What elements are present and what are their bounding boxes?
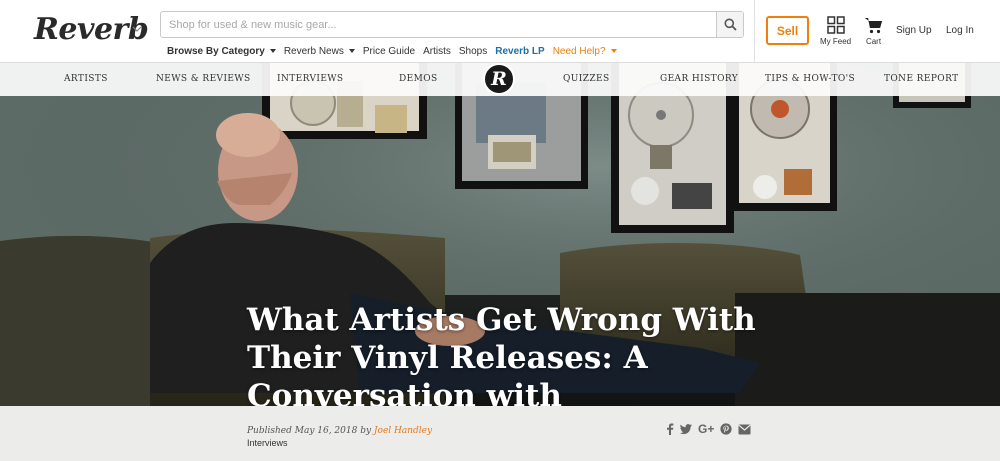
shops-link[interactable]: Shops: [459, 46, 487, 57]
reverb-r-logo[interactable]: R: [483, 63, 515, 95]
header-divider: [754, 0, 755, 62]
share-icons: G+: [666, 422, 757, 436]
article-category[interactable]: Interviews: [247, 438, 288, 448]
author-link[interactable]: Joel Handley: [374, 426, 432, 436]
search-bar: [160, 11, 744, 38]
browse-by-category-link[interactable]: Browse By Category: [167, 46, 276, 57]
tab-tone-report[interactable]: TONE REPORT: [884, 74, 959, 84]
browse-label: Browse By Category: [167, 45, 265, 57]
sell-button[interactable]: Sell: [766, 16, 809, 45]
log-in-link[interactable]: Log In: [946, 25, 974, 36]
caret-down-icon: [610, 48, 617, 53]
pinterest-icon[interactable]: [720, 423, 732, 435]
need-help-label: Need Help?: [552, 45, 606, 57]
published-date: Published May 16, 2018 by: [247, 426, 372, 436]
google-plus-icon[interactable]: G+: [698, 422, 714, 436]
article-meta: Published May 16, 2018 by Joel Handley: [247, 426, 432, 436]
reverb-news-label: Reverb News: [283, 45, 344, 57]
category-nav: ARTISTS NEWS & REVIEWS INTERVIEWS DEMOS …: [0, 63, 1000, 96]
cart-label: Cart: [865, 37, 882, 46]
tab-artists[interactable]: ARTISTS: [64, 74, 108, 84]
caret-down-icon: [269, 48, 276, 53]
price-guide-link[interactable]: Price Guide: [363, 46, 415, 57]
need-help-link[interactable]: Need Help?: [553, 46, 617, 57]
tab-tips-how-tos[interactable]: TIPS & HOW-TO'S: [765, 74, 855, 84]
twitter-icon[interactable]: [680, 423, 692, 435]
cart-button[interactable]: Cart: [864, 16, 883, 46]
sub-navigation: Browse By Category Reverb News Price Gui…: [167, 44, 625, 58]
tab-news-reviews[interactable]: NEWS & REVIEWS: [156, 74, 251, 84]
tab-demos[interactable]: DEMOS: [399, 74, 438, 84]
cart-icon: [865, 18, 882, 34]
sign-up-link[interactable]: Sign Up: [896, 25, 932, 36]
my-feed-label: My Feed: [820, 37, 852, 46]
reverb-lp-link[interactable]: Reverb LP: [495, 46, 544, 57]
my-feed-button[interactable]: My Feed: [820, 16, 851, 46]
reverb-news-link[interactable]: Reverb News: [284, 46, 355, 57]
email-icon[interactable]: [738, 424, 751, 435]
grid-icon: [826, 16, 845, 34]
search-input[interactable]: [161, 12, 716, 37]
tab-quizzes[interactable]: QUIZZES: [563, 74, 610, 84]
search-button[interactable]: [716, 12, 743, 37]
facebook-icon[interactable]: [666, 423, 674, 435]
chevron-down-icon[interactable]: [132, 24, 142, 34]
tab-gear-history[interactable]: GEAR HISTORY: [660, 74, 738, 84]
article-title: What Artists Get Wrong With Their Vinyl …: [247, 302, 756, 406]
top-header: Reverb Browse By Category Reverb News Pr…: [0, 0, 1000, 63]
caret-down-icon: [348, 48, 355, 53]
artists-link[interactable]: Artists: [423, 46, 451, 57]
tab-interviews[interactable]: INTERVIEWS: [277, 74, 344, 84]
search-icon: [724, 18, 737, 31]
hero-image: What Artists Get Wrong With Their Vinyl …: [0, 63, 1000, 406]
